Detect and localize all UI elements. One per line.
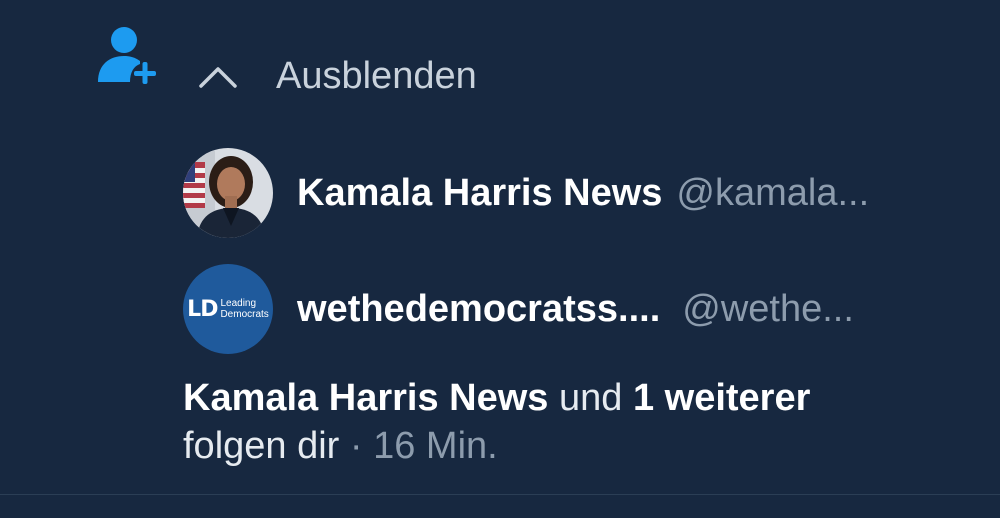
logo-mark: LD (187, 296, 218, 322)
logo-line: Democrats (220, 309, 269, 320)
collapse-label: Ausblenden (276, 55, 477, 97)
summary-separator: · (349, 425, 363, 467)
summary-action: folgen dir (183, 425, 340, 467)
portrait-photo (183, 148, 273, 238)
summary-connector: und (558, 377, 623, 419)
account-handle: @kamala... (676, 171, 870, 214)
collapse-toggle[interactable]: Ausblenden (196, 50, 477, 102)
avatar[interactable]: LD Leading Democrats (183, 264, 273, 354)
logo-wordmark: Leading Democrats (220, 298, 268, 320)
summary-time: 16 Min. (373, 425, 498, 467)
account-name[interactable]: wethedemocratss.... (297, 288, 660, 331)
account-row[interactable]: LD Leading Democrats wethedemocratss....… (183, 263, 973, 355)
chevron-up-icon (199, 67, 237, 88)
logo-line: Leading (220, 298, 257, 309)
summary-others[interactable]: 1 weiterer (633, 377, 810, 419)
summary-actor[interactable]: Kamala Harris News (183, 377, 548, 419)
follow-notification[interactable]: Ausblenden Kamala Harris News @kamala...… (0, 0, 1000, 494)
avatar[interactable] (183, 148, 273, 238)
notification-summary: Kamala Harris News und 1 weiterer folgen… (183, 374, 983, 470)
account-handle: @wethe... (682, 287, 854, 330)
account-name[interactable]: Kamala Harris News (297, 172, 662, 215)
person-plus-icon (98, 27, 156, 84)
account-row[interactable]: Kamala Harris News @kamala... (183, 147, 973, 239)
divider (0, 494, 1000, 495)
